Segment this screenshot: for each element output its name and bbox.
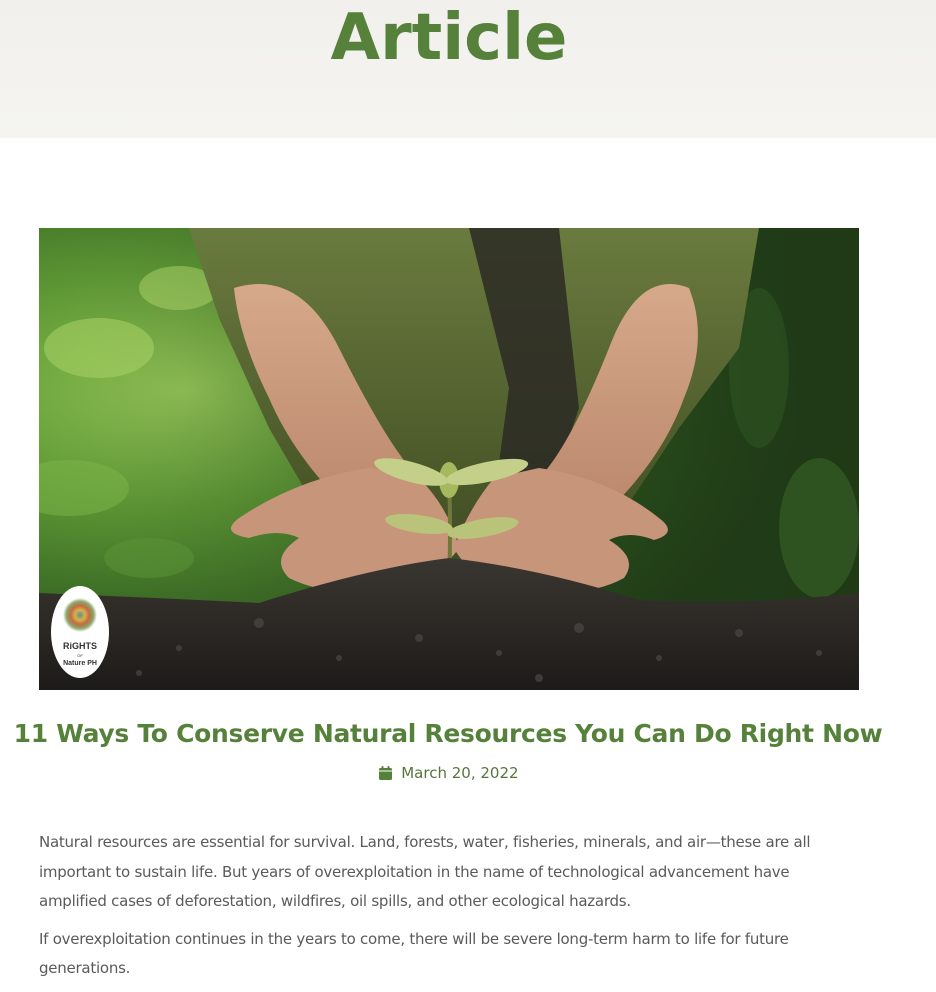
post-date-link[interactable]: March 20, 2022 (401, 764, 518, 782)
svg-text:RiGHTS: RiGHTS (63, 641, 97, 651)
post-body: Natural resources are essential for surv… (39, 828, 829, 992)
featured-image[interactable]: RiGHTS OF Nature PH (39, 228, 859, 690)
post-title-link[interactable]: 11 Ways To Conserve Natural Resources Yo… (0, 715, 896, 753)
post-paragraph: If overexploitation continues in the yea… (39, 929, 789, 978)
post-paragraph: Natural resources are essential for surv… (39, 833, 811, 910)
svg-text:OF: OF (77, 653, 83, 658)
calendar-icon (379, 764, 393, 786)
page-title: Article (330, 1, 568, 75)
page-header-banner: Article (0, 0, 936, 138)
featured-photo: RiGHTS OF Nature PH (39, 228, 859, 690)
rights-of-nature-logo: RiGHTS OF Nature PH (51, 586, 109, 678)
svg-text:Nature PH: Nature PH (63, 660, 97, 667)
post-meta: March 20, 2022 (0, 762, 898, 786)
